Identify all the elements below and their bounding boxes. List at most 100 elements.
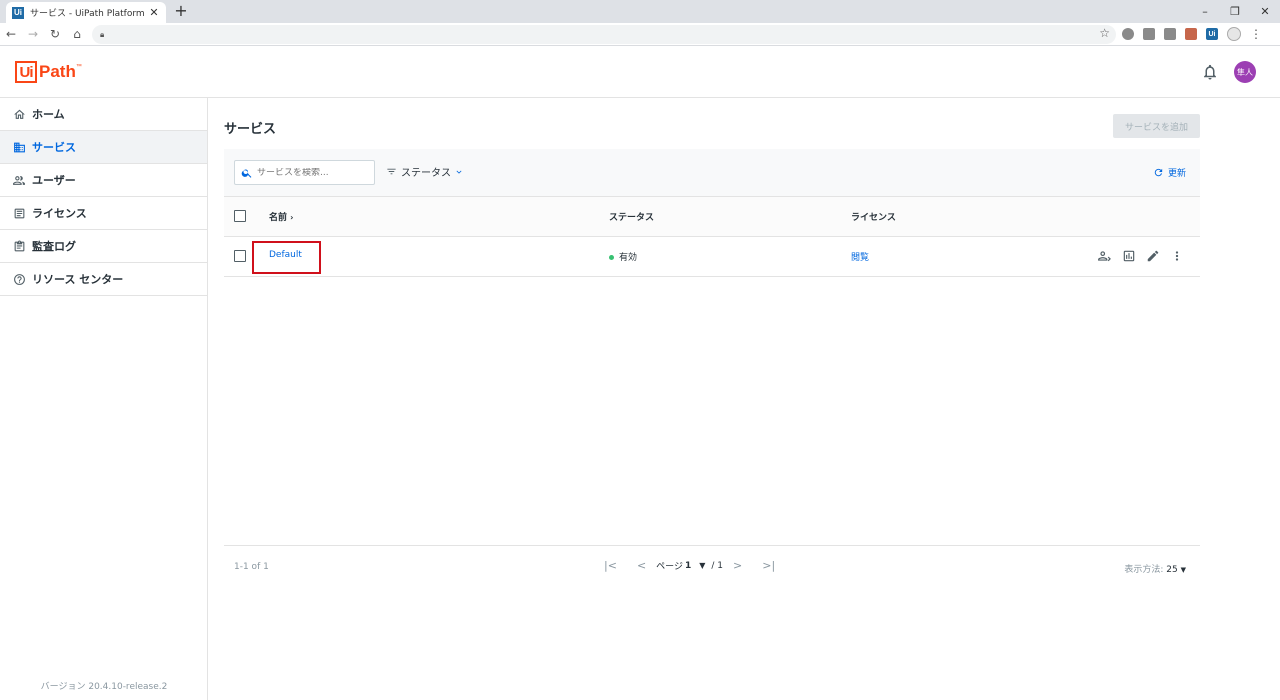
sidebar-item-label: ライセンス	[32, 207, 87, 220]
sidebar-item-audit-log[interactable]: 監査ログ	[0, 230, 207, 263]
status-text: 有効	[619, 253, 638, 263]
browser-toolbar: ← → ↻ ⌂ 🔒︎ ☆	[0, 23, 1280, 46]
app-header: Ui Path ™ 隼人	[0, 47, 1280, 98]
chart-icon[interactable]	[1122, 249, 1136, 263]
page-total: / 1	[711, 560, 724, 571]
home-icon	[12, 107, 26, 121]
logo-ui: Ui	[15, 61, 37, 83]
first-page-icon[interactable]: |<	[604, 559, 617, 572]
edit-pencil-icon[interactable]	[1146, 249, 1160, 263]
extension-icons: Ui ⋮	[1122, 27, 1262, 41]
logo-tm: ™	[75, 64, 82, 70]
refresh-button[interactable]: 更新	[1153, 166, 1186, 179]
extension-icon[interactable]	[1122, 28, 1134, 40]
uipath-favicon-icon: Ui	[12, 6, 24, 19]
sidebar-item-services[interactable]: サービス	[0, 131, 207, 164]
back-icon[interactable]: ←	[0, 23, 22, 46]
sidebar-item-resource-center[interactable]: リソース センター	[0, 263, 207, 296]
user-avatar[interactable]: 隼人	[1234, 61, 1256, 83]
chat-extension-icon[interactable]	[1164, 28, 1176, 40]
address-bar[interactable]: 🔒︎ ☆	[92, 25, 1116, 44]
sidebar-item-home[interactable]: ホーム	[0, 98, 207, 131]
service-name-link[interactable]: Default	[269, 250, 302, 260]
pager: |< < ページ 1 ▼ / 1 > >|	[594, 559, 785, 572]
search-input[interactable]	[257, 167, 369, 178]
status-filter-dropdown[interactable]: ステータス	[386, 164, 464, 179]
search-icon	[241, 169, 252, 178]
logo-path: Path	[39, 62, 76, 81]
add-service-button[interactable]: サービスを追加	[1113, 114, 1200, 138]
sidebar-item-users[interactable]: ユーザー	[0, 164, 207, 197]
window-controls: – ❐ ✕	[1190, 0, 1280, 23]
row-checkbox[interactable]	[234, 250, 246, 262]
pagination-footer: 1-1 of 1 |< < ページ 1 ▼ / 1 > >| 表示方法: 25 …	[224, 545, 1200, 587]
page-title: サービス	[224, 122, 277, 137]
notification-bell-icon[interactable]	[1201, 63, 1219, 81]
chevron-down-icon	[456, 170, 462, 174]
users-icon	[12, 173, 26, 187]
minimize-icon[interactable]: –	[1190, 0, 1220, 23]
sidebar-item-licenses[interactable]: ライセンス	[0, 197, 207, 230]
home-browser-icon[interactable]: ⌂	[66, 23, 88, 46]
per-page-value: 25	[1166, 565, 1178, 575]
per-page-label: 表示方法:	[1124, 565, 1164, 575]
help-icon	[12, 272, 26, 286]
per-page-chevron-icon: ▼	[1180, 566, 1186, 574]
filter-bar: ステータス 更新	[224, 149, 1200, 197]
sidebar: ホーム サービス ユーザー ライセンス 監査ログ リソース センター バージョン…	[0, 98, 208, 700]
service-status: 有効	[609, 250, 637, 263]
sidebar-item-label: 監査ログ	[32, 240, 76, 253]
sidebar-item-label: リソース センター	[32, 273, 124, 286]
license-link[interactable]: 閲覧	[851, 250, 869, 263]
refresh-label: 更新	[1167, 169, 1186, 179]
sort-arrow-icon: ›	[290, 213, 294, 222]
license-icon	[12, 206, 26, 220]
status-filter-label: ステータス	[401, 168, 451, 179]
tab-close-icon[interactable]: ✕	[148, 6, 160, 19]
lock-icon: 🔒︎	[100, 29, 105, 39]
status-dot-icon	[609, 255, 614, 260]
sidebar-item-label: ホーム	[32, 108, 65, 121]
table-row: Default 有効 閲覧	[224, 237, 1200, 277]
services-grid: ステータス 更新 名前 › ステータス ライセンス Default 有効 閲覧	[224, 149, 1200, 277]
filter-icon	[387, 168, 396, 175]
next-page-icon[interactable]: >	[733, 559, 742, 572]
column-header-name[interactable]: 名前 ›	[269, 210, 293, 223]
pdf-extension-icon[interactable]	[1185, 28, 1197, 40]
more-options-icon[interactable]	[1170, 249, 1184, 263]
window-close-icon[interactable]: ✕	[1250, 0, 1280, 23]
column-header-license: ライセンス	[851, 213, 896, 223]
row-range: 1-1 of 1	[234, 562, 269, 572]
version-label: バージョン 20.4.10-release.2	[40, 682, 168, 692]
forward-icon[interactable]: →	[22, 23, 44, 46]
table-header-row: 名前 › ステータス ライセンス	[224, 197, 1200, 237]
last-page-icon[interactable]: >|	[762, 559, 775, 572]
prev-page-icon[interactable]: <	[637, 559, 646, 572]
restore-icon[interactable]: ❐	[1220, 0, 1250, 23]
tab-title: サービス - UiPath Platform	[30, 9, 145, 19]
uipath-logo[interactable]: Ui Path ™	[15, 61, 82, 83]
uipath-extension-icon[interactable]: Ui	[1206, 28, 1218, 40]
manage-users-icon[interactable]	[1097, 249, 1112, 263]
sidebar-item-label: ユーザー	[32, 174, 76, 187]
camera-extension-icon[interactable]	[1143, 28, 1155, 40]
search-box[interactable]	[234, 160, 375, 185]
audit-log-icon	[12, 239, 26, 253]
new-tab-button[interactable]: +	[172, 2, 190, 20]
bookmark-star-icon[interactable]: ☆	[1099, 26, 1110, 40]
browser-tab-bar: Ui サービス - UiPath Platform ✕ + – ❐ ✕	[0, 0, 1280, 23]
rows-per-page[interactable]: 表示方法: 25 ▼	[1124, 562, 1186, 575]
profile-icon[interactable]	[1227, 27, 1241, 41]
page-select[interactable]: 1	[685, 561, 691, 571]
page-chevron-down-icon[interactable]: ▼	[699, 561, 705, 570]
row-actions	[1097, 249, 1184, 263]
refresh-icon	[1154, 168, 1163, 177]
page-label: ページ	[656, 562, 683, 572]
building-icon	[12, 140, 26, 154]
reload-icon[interactable]: ↻	[44, 23, 66, 46]
column-header-status: ステータス	[609, 213, 655, 223]
browser-tab[interactable]: Ui サービス - UiPath Platform ✕	[6, 2, 166, 23]
sidebar-item-label: サービス	[32, 141, 76, 154]
select-all-checkbox[interactable]	[234, 210, 246, 222]
browser-menu-icon[interactable]: ⋮	[1250, 27, 1262, 41]
